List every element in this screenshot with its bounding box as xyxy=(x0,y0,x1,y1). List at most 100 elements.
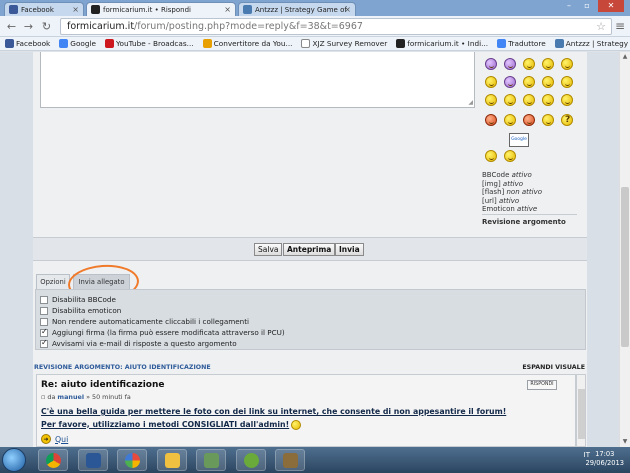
close-icon[interactable]: × xyxy=(344,5,351,14)
antzzz-icon xyxy=(554,39,564,48)
youtube-icon xyxy=(105,39,115,48)
smiley-icon[interactable] xyxy=(523,114,535,126)
review-topic-link[interactable]: Revisione argomento xyxy=(482,218,566,226)
question-smiley-icon[interactable] xyxy=(561,114,573,126)
address-bar[interactable]: formicarium.it/forum/posting.php?mode=re… xyxy=(60,18,612,35)
picasa-icon xyxy=(125,453,140,468)
tab-options[interactable]: Opzioni xyxy=(36,274,70,289)
facebook-icon xyxy=(9,5,18,14)
review-post: Re: aiuto identificazione RISPONDI ▫ da … xyxy=(36,374,576,447)
taskbar-clock[interactable]: 17:03 29/06/2013 xyxy=(585,450,624,468)
jester-smiley-icon[interactable] xyxy=(504,76,516,88)
smiley-icon[interactable] xyxy=(561,76,573,88)
bookmark-star-icon[interactable]: ☆ xyxy=(596,20,606,33)
post-icon: ▫ xyxy=(41,393,46,401)
taskbar-explorer[interactable] xyxy=(157,449,187,471)
tab-formicarium[interactable]: formicarium.it • Rispondi × xyxy=(86,2,236,16)
post-author[interactable]: manuel xyxy=(57,393,84,401)
post-body: C'è una bella guida per mettere le foto … xyxy=(41,406,506,431)
smiley-icon[interactable] xyxy=(523,76,535,88)
smiley-icon[interactable] xyxy=(542,76,554,88)
close-icon[interactable]: × xyxy=(224,5,231,14)
post-scrollbar[interactable] xyxy=(576,374,586,447)
smiley-icon[interactable] xyxy=(504,94,516,106)
smiley-icon[interactable] xyxy=(504,114,516,126)
bookmark-item[interactable]: XJZ Survey Remover xyxy=(301,39,387,48)
smiley-icon[interactable] xyxy=(561,94,573,106)
smiley-icon[interactable] xyxy=(485,76,497,88)
window-close-icon[interactable]: ✕ xyxy=(598,0,624,12)
back-icon[interactable]: ← xyxy=(5,20,18,33)
expand-view-link[interactable]: ESPANDI VISUALE xyxy=(522,364,585,371)
wrench-icon[interactable]: ≡ xyxy=(615,19,625,33)
preview-button[interactable]: Anteprima xyxy=(283,243,336,256)
page-scroll-thumb[interactable] xyxy=(621,187,629,347)
smiley-icon[interactable] xyxy=(504,58,516,70)
checkbox[interactable] xyxy=(40,327,48,337)
smiley-icon[interactable] xyxy=(542,94,554,106)
close-icon[interactable]: × xyxy=(72,5,79,14)
thumbs-up-smiley-icon[interactable] xyxy=(485,150,497,162)
bookmark-item[interactable]: YouTube - Broadcas... xyxy=(105,39,194,48)
smiley-icon[interactable] xyxy=(523,94,535,106)
converter-icon xyxy=(202,39,212,48)
taskbar-picasa[interactable] xyxy=(117,449,147,471)
bookmark-label: YouTube - Broadcas... xyxy=(116,39,194,48)
bookmark-item[interactable]: Traduttore xyxy=(497,39,546,48)
submit-button[interactable]: Invia xyxy=(335,243,364,256)
smiley-icon[interactable] xyxy=(523,58,535,70)
tab-facebook[interactable]: Facebook × xyxy=(4,2,84,16)
bookmark-item[interactable]: Facebook xyxy=(5,39,50,48)
scroll-down-icon[interactable]: ▼ xyxy=(620,437,630,447)
forward-icon[interactable]: → xyxy=(22,20,35,33)
ant-icon xyxy=(91,5,100,14)
smiley-icon[interactable] xyxy=(504,150,516,162)
taskbar-archive[interactable] xyxy=(275,449,305,471)
save-button[interactable]: Salva xyxy=(254,243,283,256)
minimize-icon[interactable]: – xyxy=(560,0,578,12)
smiley-icon[interactable] xyxy=(485,58,497,70)
resize-handle-icon[interactable]: ◢ xyxy=(468,99,473,106)
tab-antzzz[interactable]: Antzzz | Strategy Game of × xyxy=(238,2,356,16)
scroll-up-icon[interactable]: ▲ xyxy=(620,52,630,62)
smiley-icon[interactable] xyxy=(561,58,573,70)
checkbox[interactable] xyxy=(40,295,48,304)
smiley-icon[interactable] xyxy=(485,114,497,126)
emoticon-label: Emoticon xyxy=(482,205,515,214)
taskbar-utorrent[interactable] xyxy=(236,449,266,471)
qui-link[interactable]: Qui xyxy=(55,435,68,444)
tab-title: Antzzz | Strategy Game of xyxy=(255,5,347,14)
post-time: » 50 minuti fa xyxy=(86,393,131,401)
option-no-autolinks[interactable]: Non rendere automaticamente cliccabili i… xyxy=(40,317,249,326)
post-scroll-thumb[interactable] xyxy=(578,389,585,439)
page-viewport: ◢ Google xyxy=(0,52,619,447)
reload-icon[interactable]: ↻ xyxy=(40,20,53,33)
smiley-icon[interactable] xyxy=(542,58,554,70)
smiley-icon[interactable] xyxy=(485,94,497,106)
taskbar-chrome[interactable] xyxy=(38,449,68,471)
bookmark-item[interactable]: formicarium.it • Indi... xyxy=(396,39,488,48)
option-disable-bbcode[interactable]: Disabilita BBCode xyxy=(40,295,116,304)
start-button[interactable] xyxy=(2,448,26,472)
bookmark-item[interactable]: Google xyxy=(59,39,96,48)
option-disable-emoticons[interactable]: Disabilita emoticon xyxy=(40,306,121,315)
url-host: formicarium.it xyxy=(67,21,135,32)
bookmark-item[interactable]: Convertitore da You... xyxy=(202,39,292,48)
taskbar-photo-viewer[interactable] xyxy=(196,449,226,471)
page-scrollbar[interactable]: ▲ ▼ xyxy=(619,52,630,447)
quote-button[interactable]: RISPONDI xyxy=(527,380,557,390)
checkbox[interactable] xyxy=(40,317,48,326)
bookmark-item[interactable]: Antzzz | Strategy Ga... xyxy=(554,39,630,48)
smiley-icon[interactable] xyxy=(542,114,554,126)
checkbox[interactable] xyxy=(40,306,48,315)
checkbox[interactable] xyxy=(40,338,48,348)
taskbar-word[interactable] xyxy=(78,449,108,471)
maximize-icon[interactable]: ▫ xyxy=(578,0,596,12)
posting-form: ◢ Google xyxy=(33,52,587,447)
option-notify-email[interactable]: Avvisami via e-mail di risposte a questo… xyxy=(40,338,237,348)
message-textarea[interactable]: ◢ xyxy=(40,52,475,108)
option-attach-signature[interactable]: Aggiungi firma (la firma può essere modi… xyxy=(40,327,285,337)
windows-taskbar: IT 17:03 29/06/2013 xyxy=(0,447,630,473)
bookmarks-bar: Facebook Google YouTube - Broadcas... Co… xyxy=(0,37,630,51)
google-sign-smiley-icon[interactable]: Google xyxy=(509,133,529,147)
